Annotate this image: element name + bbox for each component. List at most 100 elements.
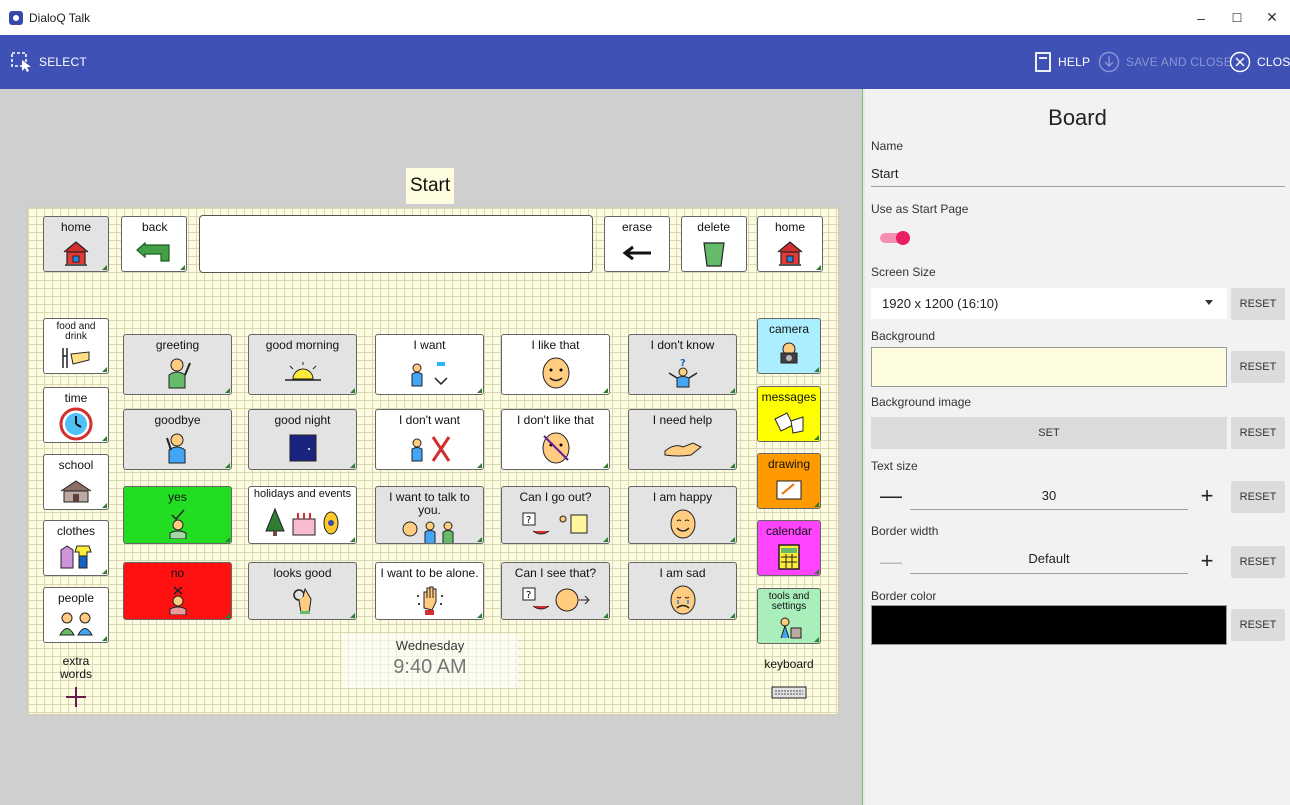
grid-cell-i-like-that[interactable]: I like that bbox=[501, 334, 610, 395]
right-cell-camera[interactable]: camera bbox=[757, 318, 821, 374]
background-image-reset-button[interactable]: RESET bbox=[1231, 417, 1285, 449]
grid-cell-label: I want bbox=[413, 338, 446, 352]
svg-text:?: ? bbox=[526, 515, 531, 526]
grid-cell-greeting[interactable]: greeting bbox=[123, 334, 232, 395]
food-icon bbox=[62, 347, 90, 368]
close-button[interactable]: CLOSE bbox=[1229, 35, 1290, 89]
delete-cell[interactable]: delete bbox=[681, 216, 747, 272]
right-cell-drawing[interactable]: drawing bbox=[757, 453, 821, 509]
erase-cell[interactable]: erase bbox=[604, 216, 670, 272]
name-field[interactable]: Start bbox=[871, 166, 898, 181]
grid-cell-i-am-sad[interactable]: I am sad bbox=[628, 562, 737, 620]
moon-icon bbox=[289, 434, 316, 462]
chevron-down-icon bbox=[1205, 300, 1213, 305]
board-page-name: Start bbox=[406, 168, 455, 204]
right-cell-label: messages bbox=[761, 390, 817, 404]
left-cell-extra-words[interactable]: extra words bbox=[43, 651, 109, 713]
back-arrow-icon bbox=[136, 241, 170, 262]
text-size-decrease-button[interactable]: — bbox=[880, 485, 902, 507]
grid-cell-holidays-and-events[interactable]: holidays and events bbox=[248, 486, 357, 544]
happy-face-icon bbox=[670, 509, 695, 538]
grid-cell-label: greeting bbox=[155, 338, 200, 352]
help-button[interactable]: HELP bbox=[1034, 35, 1090, 89]
trash-icon bbox=[703, 241, 725, 267]
grid-cell-label: I like that bbox=[531, 338, 580, 352]
home-icon bbox=[63, 240, 89, 266]
save-and-close-button[interactable]: SAVE AND CLOSE bbox=[1098, 35, 1232, 89]
left-cell-food-and-drink[interactable]: food and drink bbox=[43, 318, 109, 374]
right-cell-label: keyboard bbox=[764, 657, 814, 671]
grid-cell-good-night[interactable]: good night bbox=[248, 409, 357, 470]
border-width-reset-button[interactable]: RESET bbox=[1231, 546, 1285, 578]
background-image-set-button[interactable]: SET bbox=[871, 417, 1227, 449]
left-cell-clothes[interactable]: clothes bbox=[43, 520, 109, 576]
people-icon bbox=[59, 612, 93, 635]
grid-cell-can-i-go-out[interactable]: Can I go out? ? bbox=[501, 486, 610, 544]
border-width-value[interactable]: Default bbox=[910, 551, 1188, 566]
close-window-button[interactable]: ✕ bbox=[1254, 0, 1290, 35]
go-out-icon: ? bbox=[522, 512, 587, 534]
text-size-value[interactable]: 30 bbox=[910, 488, 1188, 503]
right-cell-tools-and-settings[interactable]: tools and settings bbox=[757, 588, 821, 644]
text-size-increase-button[interactable]: + bbox=[1196, 485, 1218, 507]
right-cell-messages[interactable]: messages bbox=[757, 386, 821, 442]
grid-cell-i-dont-like-that[interactable]: I don't like that bbox=[501, 409, 610, 470]
home-left-cell[interactable]: home bbox=[43, 216, 109, 272]
grid-cell-yes[interactable]: yes bbox=[123, 486, 232, 544]
helping-hands-icon bbox=[664, 442, 702, 457]
erase-label: erase bbox=[621, 220, 653, 234]
right-cell-calendar[interactable]: calendar bbox=[757, 520, 821, 576]
grid-cell-goodbye[interactable]: goodbye bbox=[123, 409, 232, 470]
start-page-toggle[interactable] bbox=[880, 231, 910, 245]
grid-cell-no[interactable]: no bbox=[123, 562, 232, 620]
border-width-decrease-button[interactable]: — bbox=[880, 551, 902, 573]
grid-cell-i-need-help[interactable]: I need help bbox=[628, 409, 737, 470]
no-cross-icon bbox=[169, 585, 186, 615]
grid-cell-label: I don't like that bbox=[516, 413, 594, 427]
text-size-label: Text size bbox=[871, 459, 918, 473]
screen-size-reset-button[interactable]: RESET bbox=[1231, 288, 1285, 320]
help-label: HELP bbox=[1058, 55, 1091, 69]
left-cell-school[interactable]: school bbox=[43, 454, 109, 510]
screen-size-select[interactable]: 1920 x 1200 (16:10) bbox=[871, 288, 1227, 319]
home-right-cell[interactable]: home bbox=[757, 216, 823, 272]
background-reset-button[interactable]: RESET bbox=[1231, 351, 1285, 383]
select-button[interactable]: SELECT bbox=[11, 35, 87, 89]
grid-cell-label: I want to be alone. bbox=[380, 566, 479, 580]
minimize-button[interactable]: – bbox=[1183, 0, 1219, 35]
grid-cell-i-dont-want[interactable]: I don't want bbox=[375, 409, 484, 470]
right-cell-label: tools and settings bbox=[768, 591, 810, 612]
message-bar[interactable] bbox=[199, 215, 593, 273]
grid-cell-good-morning[interactable]: good morning bbox=[248, 334, 357, 395]
background-label: Background bbox=[871, 329, 936, 343]
svg-text:?: ? bbox=[680, 358, 686, 369]
window-title: DialoQ Talk bbox=[29, 10, 91, 25]
right-cell-keyboard[interactable]: keyboard bbox=[757, 654, 821, 712]
editor-toolbar: SELECT HELP SAVE AND CLOSE CLOSE bbox=[0, 35, 1290, 89]
grid-cell-can-i-see-that[interactable]: Can I see that? ? bbox=[501, 562, 610, 620]
school-icon bbox=[60, 479, 92, 502]
save-icon bbox=[1098, 51, 1120, 73]
grid-cell-i-want-to-talk-to-you[interactable]: I want to talk to you. bbox=[375, 486, 484, 544]
border-color-reset-button[interactable]: RESET bbox=[1231, 609, 1285, 641]
text-size-reset-button[interactable]: RESET bbox=[1231, 481, 1285, 513]
maximize-button[interactable]: ☐ bbox=[1219, 0, 1255, 35]
border-width-label: Border width bbox=[871, 524, 939, 538]
grid-cell-i-want-to-be-alone[interactable]: I want to be alone. bbox=[375, 562, 484, 620]
smiling-face-icon bbox=[542, 357, 569, 389]
select-label: SELECT bbox=[39, 55, 87, 69]
back-cell[interactable]: back bbox=[121, 216, 187, 272]
left-cell-people[interactable]: people bbox=[43, 587, 109, 643]
grid-cell-i-dont-know[interactable]: I don't know ? bbox=[628, 334, 737, 395]
grid-cell-label: goodbye bbox=[154, 413, 201, 427]
border-width-increase-button[interactable]: + bbox=[1196, 550, 1218, 572]
left-cell-time[interactable]: time bbox=[43, 387, 109, 443]
grid-cell-i-am-happy[interactable]: I am happy bbox=[628, 486, 737, 544]
border-color-swatch[interactable] bbox=[871, 605, 1227, 645]
background-color-swatch[interactable] bbox=[871, 347, 1227, 387]
drawing-icon bbox=[776, 480, 802, 499]
camera-icon bbox=[780, 342, 798, 363]
grid-cell-label: I want to talk to you. bbox=[389, 490, 470, 517]
grid-cell-looks-good[interactable]: looks good bbox=[248, 562, 357, 620]
grid-cell-i-want[interactable]: I want bbox=[375, 334, 484, 395]
